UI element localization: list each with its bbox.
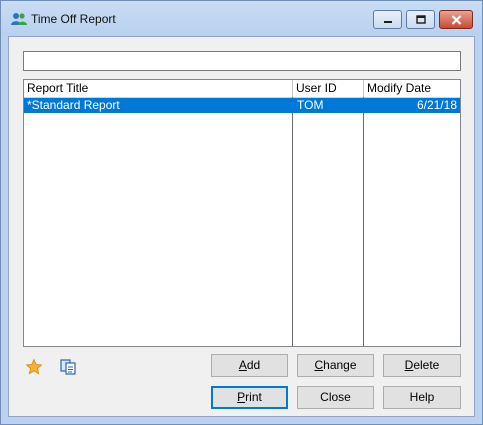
cell-user-id: TOM — [297, 98, 324, 112]
minimize-button[interactable] — [373, 10, 402, 29]
star-icon[interactable] — [25, 358, 43, 376]
copy-icon[interactable] — [59, 358, 77, 376]
dialog-client-area: Report Title User ID Modify Date *Standa… — [8, 36, 475, 417]
report-list[interactable]: Report Title User ID Modify Date *Standa… — [23, 79, 461, 347]
column-divider — [292, 97, 293, 346]
help-button[interactable]: Help — [383, 386, 461, 409]
title-bar[interactable]: Time Off Report — [1, 1, 482, 36]
add-button[interactable]: Add — [211, 354, 288, 377]
minimize-icon — [383, 20, 392, 23]
close-window-button[interactable] — [439, 10, 473, 29]
cell-modify-date: 6/21/18 — [416, 98, 457, 112]
change-button[interactable]: Change — [297, 354, 374, 377]
close-button[interactable]: Close — [297, 386, 374, 409]
maximize-button[interactable] — [406, 10, 435, 29]
change-button-mnemonic: C — [314, 358, 324, 372]
print-button-mnemonic: P — [237, 390, 246, 404]
column-header-user-id[interactable]: User ID — [293, 80, 364, 97]
change-button-label: hange — [323, 358, 357, 372]
table-row[interactable]: *Standard Report TOM 6/21/18 — [24, 98, 460, 113]
delete-button[interactable]: Delete — [383, 354, 461, 377]
delete-button-label: elete — [413, 358, 440, 372]
print-button[interactable]: Print — [211, 386, 288, 409]
add-button-label: dd — [246, 358, 261, 372]
users-icon — [11, 13, 27, 25]
cell-report-title: *Standard Report — [27, 98, 120, 112]
list-header: Report Title User ID Modify Date — [24, 80, 460, 98]
close-icon — [451, 14, 461, 25]
column-divider — [363, 97, 364, 346]
print-button-label: rint — [245, 390, 262, 404]
maximize-icon — [415, 15, 426, 24]
time-off-report-window: Time Off Report Report Title User ID Mod… — [0, 0, 483, 425]
add-button-mnemonic: A — [238, 358, 247, 372]
delete-button-mnemonic: D — [404, 358, 414, 372]
search-input[interactable] — [23, 51, 461, 71]
column-header-modify-date[interactable]: Modify Date — [364, 80, 460, 97]
window-title: Time Off Report — [31, 12, 116, 26]
column-header-report-title[interactable]: Report Title — [24, 80, 293, 97]
